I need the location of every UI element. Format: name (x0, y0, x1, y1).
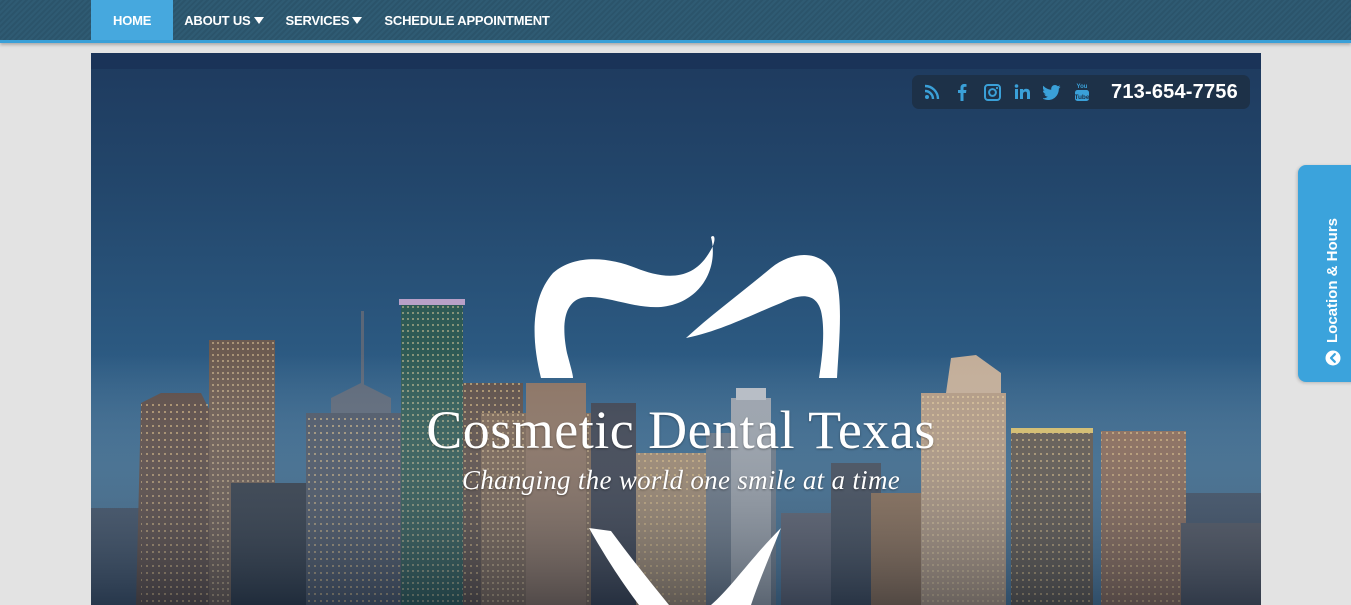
linkedin-icon[interactable] (1007, 75, 1037, 109)
rss-icon[interactable] (917, 75, 947, 109)
nav-menu: HOME ABOUT US SERVICES SCHEDULE APPOINTM… (91, 0, 561, 40)
svg-text:Tube: Tube (1074, 94, 1089, 101)
circle-chevron-left-icon (1325, 350, 1340, 366)
city-skyline-image (91, 299, 1261, 605)
nav-item-services[interactable]: SERVICES (275, 0, 374, 40)
social-bar: You Tube 713-654-7756 (912, 75, 1250, 109)
brand-title: Cosmetic Dental Texas (426, 400, 936, 460)
nav-item-label: ABOUT US (184, 12, 251, 28)
youtube-icon[interactable]: You Tube (1067, 75, 1097, 109)
nav-item-label: SERVICES (285, 12, 350, 28)
caret-down-icon (352, 16, 363, 24)
nav-item-about-us[interactable]: ABOUT US (173, 0, 274, 40)
nav-item-schedule-appointment[interactable]: SCHEDULE APPOINTMENT (373, 0, 560, 40)
hero-banner: Cosmetic Dental Texas Changing the world… (91, 53, 1261, 605)
nav-item-label: HOME (113, 12, 152, 28)
svg-text:You: You (1077, 84, 1088, 90)
nav-item-home[interactable]: HOME (91, 0, 174, 40)
instagram-icon[interactable] (977, 75, 1007, 109)
phone-number[interactable]: 713-654-7756 (1111, 81, 1238, 104)
twitter-icon[interactable] (1037, 75, 1067, 109)
location-hours-tab[interactable]: Location & Hours (1298, 165, 1351, 382)
location-hours-tab-content: Location & Hours (1324, 218, 1341, 366)
location-hours-label: Location & Hours (1324, 217, 1341, 343)
facebook-icon[interactable] (947, 75, 977, 109)
caret-down-icon (253, 16, 264, 24)
top-navigation: HOME ABOUT US SERVICES SCHEDULE APPOINTM… (0, 0, 1351, 43)
nav-item-label: SCHEDULE APPOINTMENT (384, 12, 550, 28)
brand-tagline: Changing the world one smile at a time (461, 465, 901, 495)
